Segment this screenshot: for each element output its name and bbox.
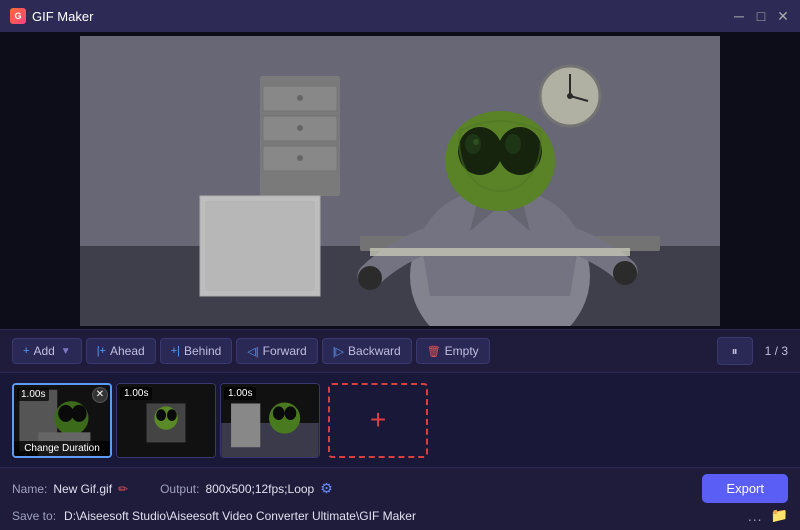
- behind-icon: +|: [171, 345, 180, 357]
- timeline-frame-1[interactable]: 1.00s ✕ Change Duration: [12, 383, 112, 458]
- save-label: Save to:: [12, 509, 56, 523]
- settings-icon[interactable]: ⚙: [320, 480, 333, 497]
- backward-icon: |▷: [333, 345, 344, 358]
- app-icon: G: [10, 8, 26, 24]
- forward-icon: ◁|: [247, 345, 258, 358]
- name-value: New Gif.gif: [53, 482, 112, 496]
- window-controls: ─ □ ✕: [732, 9, 790, 23]
- timeline: 1.00s ✕ Change Duration 1.00s: [0, 373, 800, 468]
- dropdown-arrow-icon: ▼: [61, 346, 71, 357]
- add-frame-plus-icon: +: [370, 406, 386, 434]
- maximize-button[interactable]: □: [754, 9, 768, 23]
- more-options-button[interactable]: ...: [748, 508, 763, 524]
- folder-icon[interactable]: 📁: [771, 507, 788, 524]
- empty-button[interactable]: 🗑 Empty: [416, 338, 490, 364]
- forward-button[interactable]: ◁| Forward: [236, 338, 317, 364]
- add-frame-button[interactable]: +: [328, 383, 428, 458]
- play-pause-button[interactable]: ⏸: [717, 337, 753, 365]
- bottom-row-2: Save to: D:\Aiseesoft Studio\Aiseesoft V…: [12, 507, 788, 524]
- pause-icon: ⏸: [732, 344, 738, 359]
- output-value: 800x500;12fps;Loop: [205, 482, 314, 496]
- preview-image: [80, 36, 720, 326]
- add-button[interactable]: + Add ▼: [12, 338, 82, 364]
- save-path: D:\Aiseesoft Studio\Aiseesoft Video Conv…: [64, 509, 740, 523]
- export-button[interactable]: Export: [702, 474, 788, 503]
- minimize-button[interactable]: ─: [732, 9, 746, 23]
- close-button[interactable]: ✕: [776, 9, 790, 23]
- ahead-icon: |+: [97, 345, 106, 357]
- frame-3-duration: 1.00s: [224, 387, 256, 400]
- add-icon: +: [23, 345, 29, 357]
- bottom-row-1: Name: New Gif.gif ✏ Output: 800x500;12fp…: [12, 474, 788, 503]
- frame-1-label[interactable]: Change Duration: [14, 441, 110, 456]
- frame-2-duration: 1.00s: [120, 387, 152, 400]
- timeline-frame-2[interactable]: 1.00s: [116, 383, 216, 458]
- output-label: Output:: [160, 482, 199, 496]
- frame-1-duration: 1.00s: [17, 388, 49, 401]
- backward-button[interactable]: |▷ Backward: [322, 338, 412, 364]
- frame-counter: 1 / 3: [765, 344, 788, 358]
- name-section: Name: New Gif.gif ✏: [12, 482, 128, 496]
- behind-button[interactable]: +| Behind: [160, 338, 233, 364]
- preview-area: [0, 32, 800, 329]
- main-container: + Add ▼ |+ Ahead +| Behind ◁| Forward |▷…: [0, 32, 800, 530]
- frame-1-close-button[interactable]: ✕: [92, 387, 108, 403]
- bottom-bar: Name: New Gif.gif ✏ Output: 800x500;12fp…: [0, 468, 800, 530]
- title-bar: G GIF Maker ─ □ ✕: [0, 0, 800, 32]
- ahead-button[interactable]: |+ Ahead: [86, 338, 156, 364]
- timeline-frame-3[interactable]: 1.00s: [220, 383, 320, 458]
- output-section: Output: 800x500;12fps;Loop ⚙: [160, 480, 333, 497]
- edit-name-icon[interactable]: ✏: [118, 482, 128, 496]
- window-title: GIF Maker: [32, 9, 732, 24]
- name-label: Name:: [12, 482, 47, 496]
- toolbar: + Add ▼ |+ Ahead +| Behind ◁| Forward |▷…: [0, 329, 800, 373]
- trash-icon: 🗑: [427, 345, 441, 358]
